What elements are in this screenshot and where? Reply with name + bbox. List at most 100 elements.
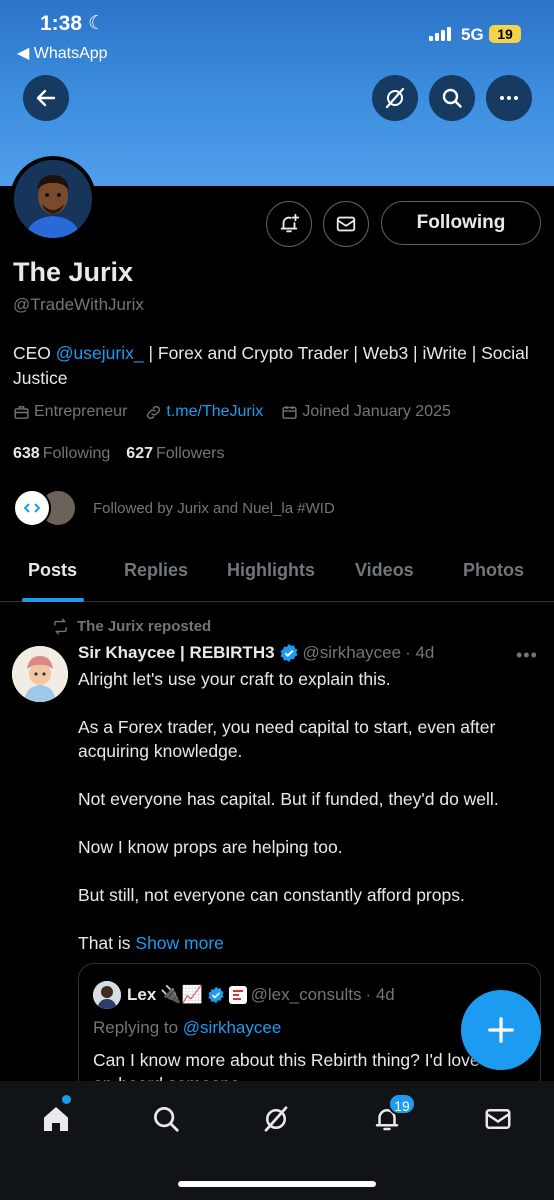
tab-replies[interactable]: Replies — [124, 560, 188, 581]
profile-handle: @TradeWithJurix — [13, 295, 144, 314]
battery-indicator: 19 — [489, 25, 521, 43]
followers-label: Followers — [156, 445, 225, 462]
tab-photos[interactable]: Photos — [463, 560, 524, 581]
tab-highlights[interactable]: Highlights — [227, 560, 315, 581]
quote-author-name: Lex — [127, 985, 157, 1004]
bio-mention-link[interactable]: @usejurix_ — [56, 343, 144, 363]
quote-avatar-image — [93, 981, 121, 1009]
post-last-text: That is — [78, 933, 136, 953]
nav-home[interactable] — [36, 1099, 76, 1139]
grok-icon — [264, 1106, 288, 1132]
notify-button[interactable] — [266, 201, 312, 247]
followers-count: 627 — [126, 445, 153, 462]
following-button[interactable]: Following — [381, 201, 541, 245]
search-icon — [154, 1107, 179, 1132]
follower-avatar-1 — [13, 489, 51, 527]
post-paragraph: Now I know props are helping too. — [78, 837, 343, 857]
profile-bio: CEO @usejurix_ | Forex and Crypto Trader… — [13, 341, 533, 391]
notifications-badge: 19 — [388, 1093, 416, 1115]
following-count-link[interactable]: 638 Following — [13, 445, 110, 463]
post-body: Alright let's use your craft to explain … — [78, 667, 543, 979]
verified-badge-icon — [208, 986, 224, 1004]
post-paragraph: But still, not everyone can constantly a… — [78, 885, 465, 905]
search-icon — [442, 88, 462, 108]
repost-label[interactable]: The Jurix reposted — [52, 618, 211, 635]
avatar-image — [14, 160, 92, 238]
more-options-button[interactable] — [486, 75, 532, 121]
status-bar: 1:38 ☾ ◀ WhatsApp 5G 19 — [0, 0, 554, 70]
arrow-left-icon — [36, 89, 56, 107]
category-label: Entrepreneur — [34, 403, 128, 420]
grok-icon — [385, 87, 405, 109]
verified-badge-icon — [280, 643, 297, 663]
search-button[interactable] — [429, 75, 475, 121]
home-unread-dot — [62, 1095, 71, 1104]
quote-avatar — [93, 981, 121, 1009]
profile-tabs: Posts Replies Highlights Videos Photos — [0, 550, 554, 602]
author-avatar[interactable] — [12, 646, 68, 702]
meta-joined: Joined January 2025 — [281, 403, 451, 421]
following-label: Following — [42, 445, 111, 462]
replying-handle-link[interactable]: @sirkhaycee — [183, 1018, 282, 1037]
bell-plus-icon — [280, 213, 300, 233]
tab-posts[interactable]: Posts — [28, 560, 77, 581]
quote-time: · 4d — [365, 985, 395, 1004]
network-type: 5G — [461, 25, 484, 44]
replying-prefix: Replying to — [93, 1018, 183, 1037]
signal-icon — [429, 27, 451, 41]
author-avatar-image — [12, 646, 68, 702]
post-paragraph: Alright let's use your craft to explain … — [78, 669, 391, 689]
quote-author-row: Lex 🔌📈 @lex_consults · 4d — [93, 981, 395, 1009]
compose-fab-button[interactable] — [461, 990, 541, 1070]
back-button[interactable] — [23, 75, 69, 121]
back-to-app-link[interactable]: ◀ WhatsApp — [17, 43, 108, 63]
plus-icon — [488, 1017, 514, 1043]
moon-icon: ☾ — [88, 13, 106, 34]
affiliate-logo-icon — [228, 986, 247, 1004]
website-link[interactable]: t.me/TheJurix — [166, 403, 263, 421]
status-time: 1:38 — [40, 12, 83, 35]
author-name[interactable]: Sir Khaycee | REBIRTH3 — [78, 643, 275, 663]
post-author-row: Sir Khaycee | REBIRTH3 @sirkhaycee · 4d — [78, 643, 434, 663]
follow-counts: 638 Following 627 Followers — [13, 445, 224, 463]
grok-button[interactable] — [372, 75, 418, 121]
post-last-line: That is Show more — [78, 931, 543, 955]
post-paragraph: Not everyone has capital. But if funded,… — [78, 789, 499, 809]
post-paragraph: As a Forex trader, you need capital to s… — [78, 717, 496, 761]
quote-author-handle: @lex_consults — [250, 985, 362, 1004]
calendar-icon — [282, 405, 297, 419]
link-icon — [147, 405, 161, 419]
home-icon — [44, 1107, 68, 1131]
followed-by-text: Followed by Jurix and Nuel_la #WID — [93, 499, 335, 517]
envelope-icon — [336, 216, 356, 232]
bio-prefix: CEO — [13, 343, 56, 363]
nav-messages[interactable] — [478, 1099, 518, 1139]
profile-name: The Jurix — [13, 257, 134, 287]
meta-website: t.me/TheJurix — [145, 403, 263, 421]
following-count: 638 — [13, 445, 40, 462]
post-more-icon[interactable]: ••• — [516, 645, 538, 666]
nav-search[interactable] — [146, 1099, 186, 1139]
profile-avatar[interactable] — [10, 156, 96, 242]
repost-text: The Jurix reposted — [77, 618, 212, 635]
show-more-link[interactable]: Show more — [135, 933, 224, 953]
post-time: · 4d — [405, 643, 435, 662]
briefcase-icon — [14, 405, 29, 419]
profile-meta: Entrepreneur t.me/TheJurix Joined Januar… — [13, 403, 469, 421]
code-icon — [24, 503, 40, 513]
author-handle[interactable]: @sirkhaycee — [303, 643, 402, 663]
more-icon — [500, 96, 518, 100]
tab-videos[interactable]: Videos — [355, 560, 414, 581]
message-button[interactable] — [323, 201, 369, 247]
joined-label: Joined January 2025 — [302, 403, 451, 420]
active-tab-indicator — [22, 598, 84, 602]
meta-category: Entrepreneur — [13, 403, 127, 421]
quote-replying-to: Replying to @sirkhaycee — [93, 1018, 281, 1038]
followers-count-link[interactable]: 627 Followers — [126, 445, 224, 463]
repost-icon — [54, 618, 67, 635]
home-indicator[interactable] — [178, 1181, 376, 1187]
quote-author-emojis: 🔌📈 — [160, 985, 203, 1004]
envelope-icon — [485, 1109, 511, 1129]
followed-by-row[interactable]: Followed by Jurix and Nuel_la #WID — [13, 489, 335, 527]
nav-grok[interactable] — [256, 1099, 296, 1139]
